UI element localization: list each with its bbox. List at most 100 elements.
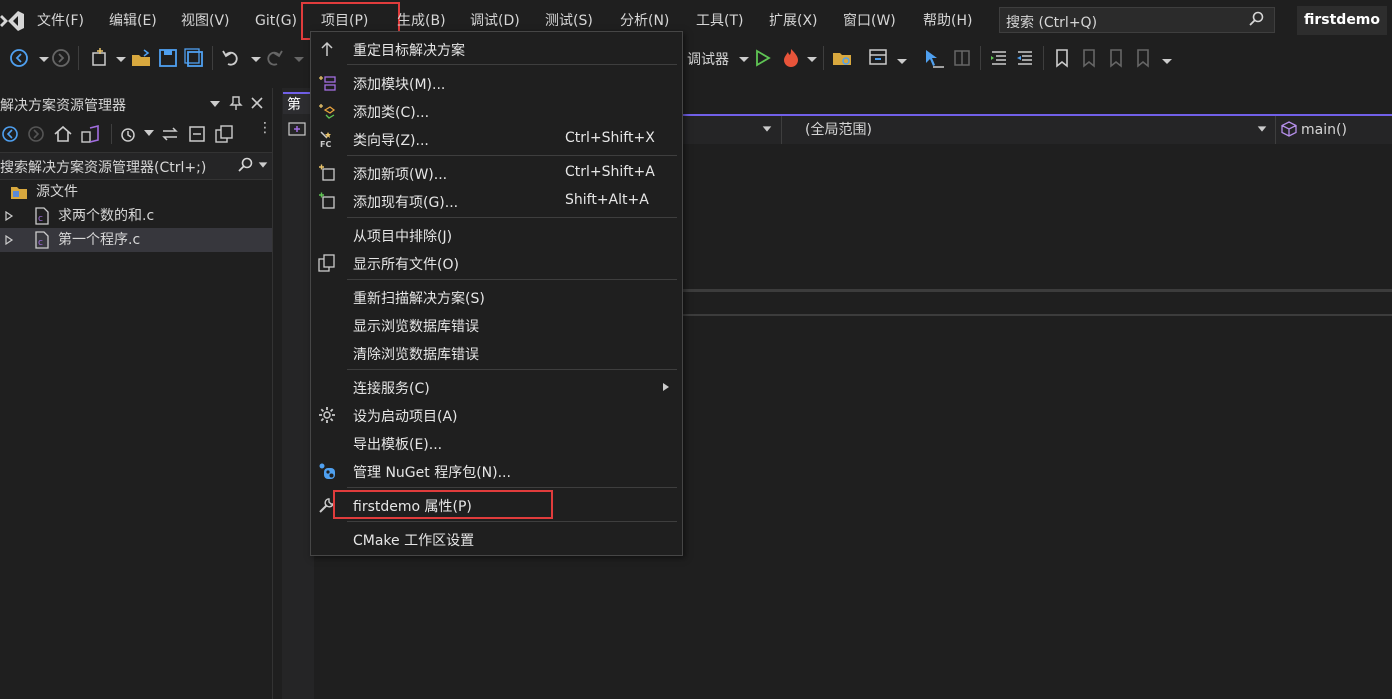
menu-item-set-startup-project[interactable]: 设为启动项目(A) [311,402,682,428]
submenu-arrow-icon [663,383,669,391]
clear-bookmarks-icon[interactable] [1131,47,1153,69]
undo-icon[interactable] [220,47,242,69]
tree-item-file[interactable]: c 求两个数的和.c [0,204,272,228]
back-icon[interactable] [0,124,20,144]
menu-item-add-class[interactable]: 添加类(C)... [311,98,682,124]
scope-dropdown[interactable]: (全局范围) [805,121,872,139]
menu-help[interactable]: 帮助(H) [923,12,972,30]
find-in-files-icon[interactable] [831,47,853,69]
menu-file[interactable]: 文件(F) [37,12,84,30]
splitter[interactable] [683,314,1392,316]
menu-separator [347,279,677,280]
show-all-files-icon [318,254,335,272]
menu-extensions[interactable]: 扩展(X) [769,12,818,30]
pin-icon[interactable] [228,95,244,111]
menu-item-show-all-files[interactable]: 显示所有文件(O) [311,250,682,276]
forward-icon[interactable] [50,47,72,69]
toolbar-separator [1043,46,1044,70]
dock-icon[interactable] [951,47,973,69]
function-dropdown[interactable]: main() [1301,121,1347,139]
menu-view[interactable]: 视图(V) [181,12,230,30]
expand-arrow-icon[interactable] [4,211,14,221]
menu-item-cmake-settings[interactable]: CMake 工作区设置 [311,526,682,552]
solution-explorer-search-placeholder: 搜索解决方案资源管理器(Ctrl+;) [0,160,207,176]
solution-explorer-search-input[interactable]: 搜索解决方案资源管理器(Ctrl+;) [0,152,272,180]
menu-item-manage-nuget[interactable]: 管理 NuGet 程序包(N)... [311,458,682,484]
chevron-down-icon[interactable] [288,47,310,69]
chevron-down-icon[interactable] [1256,123,1268,135]
c-file-icon: c [35,207,49,225]
menu-debug[interactable]: 调试(D) [470,12,520,30]
save-icon[interactable] [157,47,179,69]
menu-item-retarget-solution[interactable]: 重定目标解决方案 [311,36,682,62]
project-name-badge[interactable]: firstdemo [1297,6,1387,35]
layout-icon[interactable] [867,47,889,69]
menu-separator [347,64,677,65]
search-box[interactable]: 搜索 (Ctrl+Q) [999,7,1275,33]
outdent-icon[interactable] [1014,47,1036,69]
editor-tab[interactable]: 第一 [283,92,313,114]
chevron-down-icon[interactable] [110,47,132,69]
tree-item-label: 第一个程序.c [58,232,141,248]
chevron-down-icon[interactable] [257,159,269,171]
chevron-down-icon[interactable] [891,47,913,69]
start-play-icon[interactable] [751,47,773,69]
menu-item-rescan-solution[interactable]: 重新扫描解决方案(S) [311,284,682,310]
function-cube-icon [1281,121,1297,137]
collapse-all-icon[interactable] [187,124,207,144]
menu-item-add-module[interactable]: 添加模块(M)... [311,70,682,96]
prev-bookmark-icon[interactable] [1077,47,1099,69]
history-icon[interactable] [118,124,138,144]
menu-item-add-new-item[interactable]: 添加新项(W)... Ctrl+Shift+A [311,160,682,186]
hot-reload-icon[interactable] [780,47,802,69]
menu-analyze[interactable]: 分析(N) [620,12,669,30]
menu-build[interactable]: 生成(B) [397,12,446,30]
save-all-icon[interactable] [183,47,205,69]
menu-item-add-existing-item[interactable]: 添加现有项(G)... Shift+Alt+A [311,188,682,214]
add-existing-item-icon [319,192,335,209]
show-all-files-icon[interactable] [214,124,234,144]
bookmark-icon[interactable] [1051,47,1073,69]
menu-item-clear-browse-db-errors[interactable]: 清除浏览数据库错误 [311,340,682,366]
new-project-icon[interactable] [88,47,110,69]
toolbar-separator [980,46,981,70]
menu-item-class-wizard[interactable]: FC 类向导(Z)... Ctrl+Shift+X [311,126,682,152]
back-icon[interactable] [8,47,30,69]
chevron-down-icon[interactable] [761,123,773,135]
visual-studio-logo-icon[interactable] [0,9,24,33]
nuget-icon [319,463,335,479]
menu-window[interactable]: 窗口(W) [843,12,896,30]
sync-icon[interactable] [160,124,180,144]
tree-item-source-files[interactable]: 源文件 [0,180,272,204]
chevron-down-icon[interactable] [142,126,156,140]
switch-views-icon[interactable] [80,124,102,144]
gear-icon [319,407,335,423]
splitter[interactable] [683,289,1392,292]
redo-icon[interactable] [263,47,285,69]
debugger-label[interactable]: 调试器 [687,49,729,69]
pointer-icon[interactable] [923,47,945,69]
menu-edit[interactable]: 编辑(E) [109,12,157,30]
svg-text:c: c [38,238,43,248]
chevron-down-icon[interactable] [1156,47,1178,69]
menu-tools[interactable]: 工具(T) [696,12,743,30]
tree-item-file-selected[interactable]: c 第一个程序.c [0,228,272,252]
menu-item-exclude-from-project[interactable]: 从项目中排除(J) [311,222,682,248]
chevron-down-icon[interactable] [801,47,823,69]
forward-icon[interactable] [26,124,46,144]
menu-item-connected-services[interactable]: 连接服务(C) [311,374,682,400]
menu-git[interactable]: Git(G) [255,12,297,30]
close-icon[interactable] [249,95,265,111]
indent-icon[interactable] [988,47,1010,69]
open-folder-icon[interactable] [130,47,152,69]
chevron-down-icon[interactable] [208,97,222,111]
menu-item-show-browse-db-errors[interactable]: 显示浏览数据库错误 [311,312,682,338]
overflow-icon[interactable]: ⋮ [258,120,272,136]
project-icon[interactable] [288,121,306,137]
expand-arrow-icon[interactable] [4,235,14,245]
menu-separator [347,369,677,370]
menu-item-export-template[interactable]: 导出模板(E)... [311,430,682,456]
next-bookmark-icon[interactable] [1104,47,1126,69]
home-icon[interactable] [53,124,73,144]
menu-test[interactable]: 测试(S) [545,12,593,30]
